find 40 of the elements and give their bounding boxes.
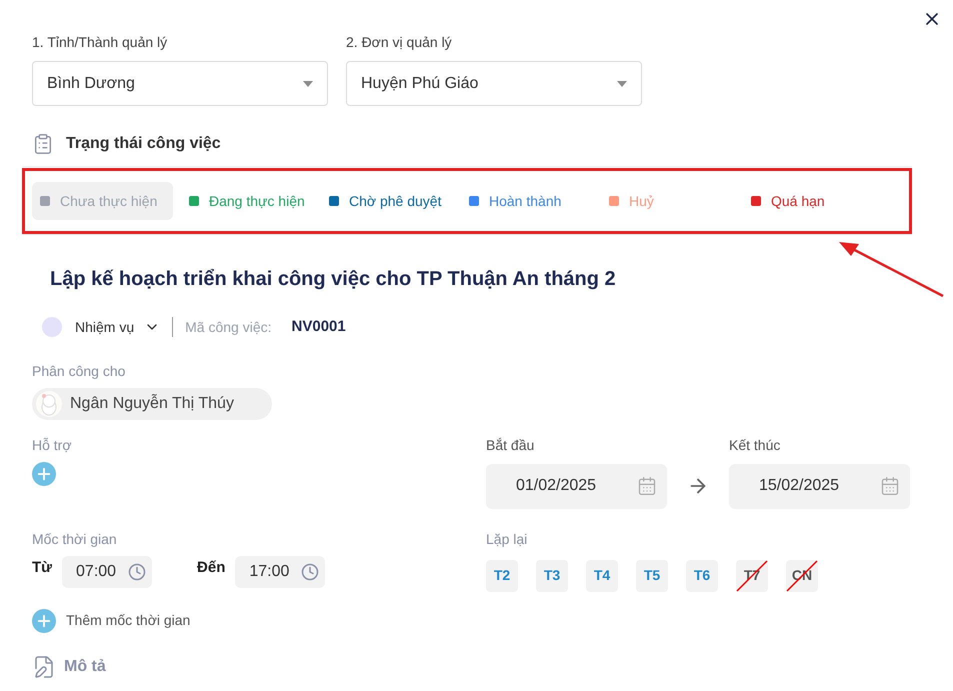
- section-title: Trạng thái công việc: [66, 134, 221, 154]
- task-title: Lập kế hoạch triển khai công việc cho TP Thuận An tháng 2: [50, 267, 617, 292]
- day-toggle[interactable]: T5: [636, 560, 668, 592]
- code-label: Mã công việc:: [185, 318, 272, 337]
- section-title: Mô tả: [64, 656, 106, 676]
- plus-icon: [32, 608, 56, 632]
- field-label: Kết thúc: [729, 436, 782, 454]
- clock-icon: [301, 562, 320, 580]
- caret-icon: [617, 80, 627, 86]
- time-field[interactable]: 07:00: [62, 556, 152, 588]
- clock-icon: [128, 562, 146, 580]
- task-code: NV0001: [292, 317, 346, 337]
- clipboard-icon: [32, 133, 54, 155]
- caret-icon: [303, 80, 313, 86]
- day-toggle[interactable]: T2: [486, 560, 518, 592]
- field-label: Lặp lại: [486, 530, 528, 549]
- day-toggle[interactable]: T6: [686, 560, 718, 592]
- time-field[interactable]: 17:00: [235, 556, 326, 588]
- task-type-dropdown[interactable]: Nhiệm vụ: [75, 316, 160, 338]
- add-milestone-button[interactable]: Thêm mốc thời gian: [32, 608, 486, 632]
- to-label: Đến: [197, 558, 226, 578]
- status-tab[interactable]: Hoàn thành: [461, 182, 599, 220]
- status-tab[interactable]: Quá hạn: [743, 182, 881, 220]
- select-field[interactable]: Huyện Phú Giáo: [346, 61, 642, 106]
- assignee-chip[interactable]: Ngân Nguyễn Thị Thúy: [32, 388, 272, 420]
- field-label: 1. Tỉnh/Thành quản lý: [32, 33, 168, 52]
- date-field[interactable]: 01/02/2025: [486, 464, 667, 508]
- field-label: Mốc thời gian: [32, 530, 118, 549]
- calendar-icon: [637, 476, 657, 496]
- calendar-icon: [880, 476, 900, 496]
- field-label: 2. Đơn vị quản lý: [346, 33, 453, 52]
- day-toggle[interactable]: T3: [536, 560, 568, 592]
- field-label: Hỗ trợ: [32, 436, 73, 454]
- field-label: Bắt đầu: [486, 436, 536, 454]
- date-field[interactable]: 15/02/2025: [729, 464, 910, 508]
- select-field[interactable]: Bình Dương: [32, 61, 328, 106]
- field-label: Phân công cho: [32, 362, 126, 381]
- day-toggle[interactable]: T4: [586, 560, 618, 592]
- status-tab[interactable]: Chờ phê duyệt: [321, 182, 459, 220]
- from-label: Từ: [32, 558, 52, 578]
